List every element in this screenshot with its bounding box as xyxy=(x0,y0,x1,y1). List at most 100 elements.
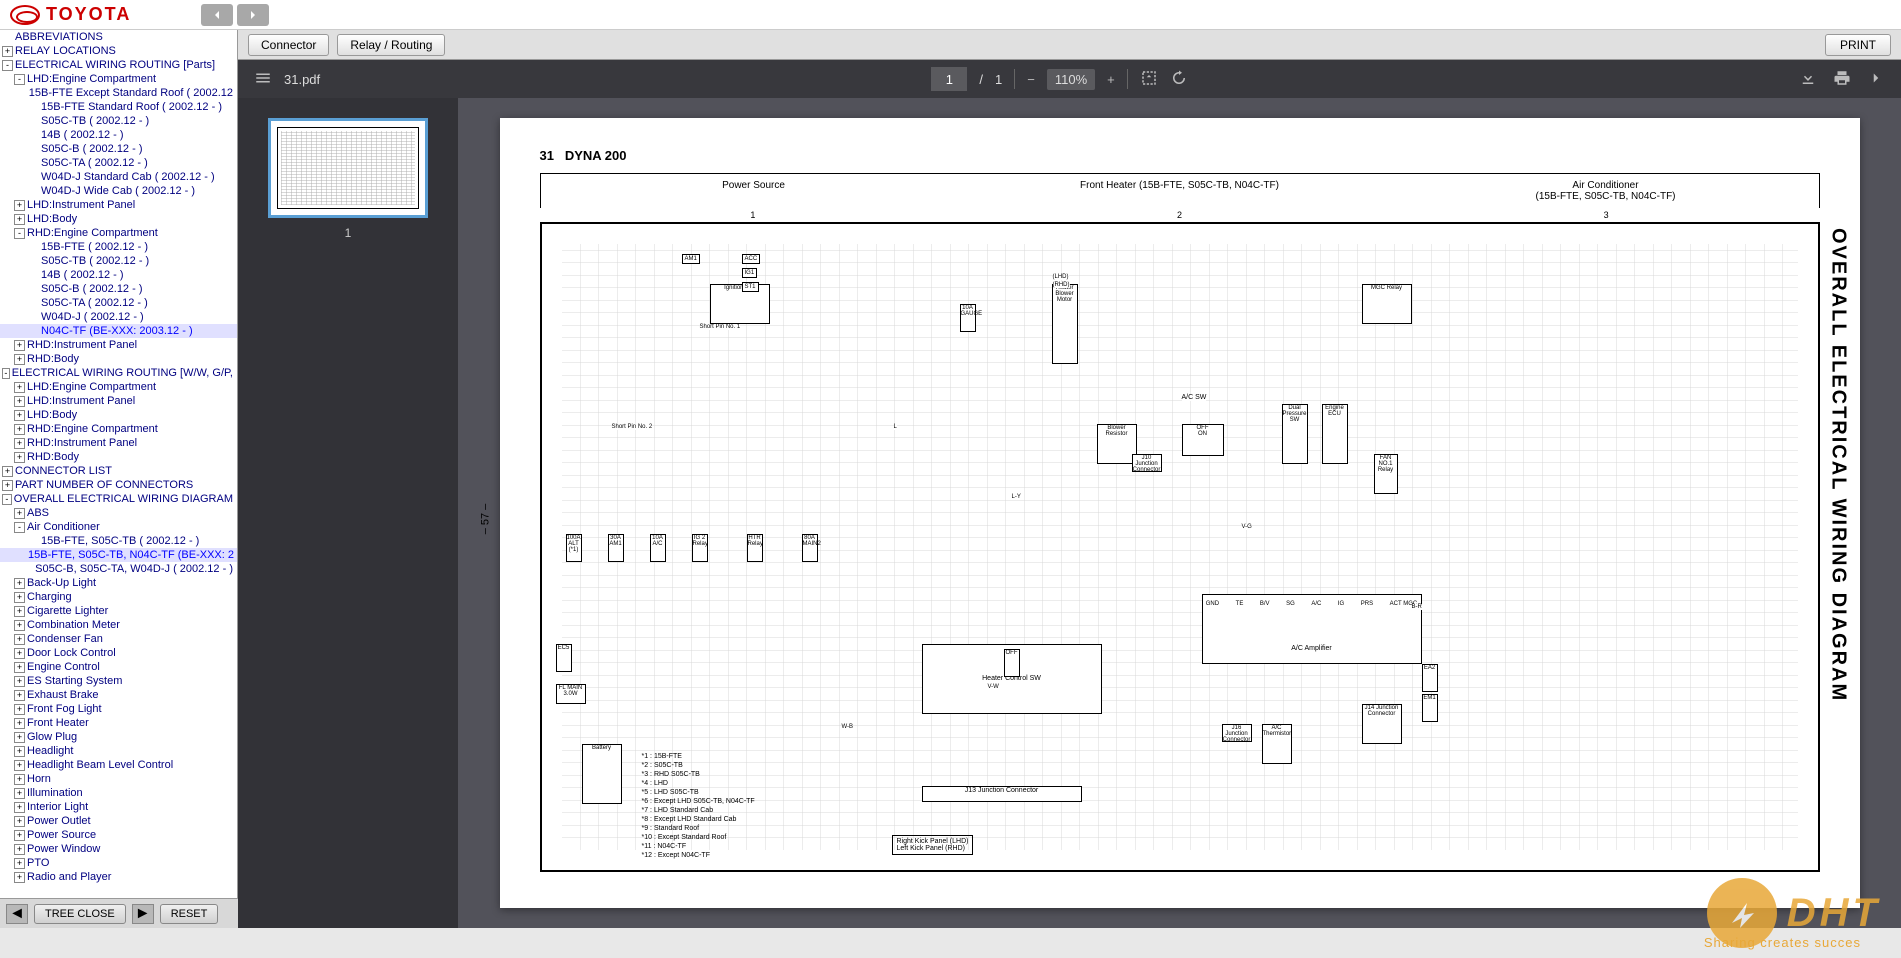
tree-item[interactable]: S05C-TA ( 2002.12 - ) xyxy=(0,296,237,310)
tree-item[interactable]: 15B-FTE Standard Roof ( 2002.12 - ) xyxy=(0,100,237,114)
tree-item[interactable]: +ABS xyxy=(0,506,237,520)
page-thumbnail[interactable] xyxy=(268,118,428,218)
expand-icon[interactable]: + xyxy=(14,438,25,449)
tree-item[interactable]: +Front Heater xyxy=(0,716,237,730)
collapse-icon[interactable]: - xyxy=(14,522,25,533)
tree-item[interactable]: +PART NUMBER OF CONNECTORS xyxy=(0,478,237,492)
expand-icon[interactable]: + xyxy=(14,732,25,743)
expand-icon[interactable]: + xyxy=(14,396,25,407)
tree-item[interactable]: +LHD:Instrument Panel xyxy=(0,198,237,212)
tree-item[interactable]: +Headlight xyxy=(0,744,237,758)
tree-item[interactable]: W04D-J Standard Cab ( 2002.12 - ) xyxy=(0,170,237,184)
zoom-in-button[interactable]: + xyxy=(1107,72,1115,87)
nav-back-button[interactable] xyxy=(201,4,233,26)
tree-item[interactable]: 15B-FTE, S05C-TB ( 2002.12 - ) xyxy=(0,534,237,548)
more-button[interactable] xyxy=(1867,69,1885,90)
reset-button[interactable]: RESET xyxy=(160,904,219,924)
page-canvas[interactable]: – 57 – OVERALL ELECTRICAL WIRING DIAGRAM… xyxy=(458,98,1901,928)
collapse-icon[interactable]: - xyxy=(14,228,25,239)
expand-icon[interactable]: + xyxy=(2,466,13,477)
download-button[interactable] xyxy=(1799,69,1817,90)
expand-icon[interactable]: + xyxy=(14,788,25,799)
expand-icon[interactable]: + xyxy=(14,648,25,659)
expand-icon[interactable]: + xyxy=(14,830,25,841)
tree-item[interactable]: +LHD:Body xyxy=(0,408,237,422)
page-number-input[interactable] xyxy=(931,67,967,91)
tree-item[interactable]: +LHD:Instrument Panel xyxy=(0,394,237,408)
expand-icon[interactable]: + xyxy=(14,634,25,645)
expand-icon[interactable]: + xyxy=(2,46,13,57)
tree-item[interactable]: -ELECTRICAL WIRING ROUTING [Parts] xyxy=(0,58,237,72)
rotate-button[interactable] xyxy=(1170,69,1188,90)
expand-icon[interactable]: + xyxy=(14,410,25,421)
tree-item[interactable]: S05C-TA ( 2002.12 - ) xyxy=(0,156,237,170)
expand-icon[interactable]: + xyxy=(14,690,25,701)
expand-icon[interactable]: + xyxy=(14,592,25,603)
tree-item[interactable]: +LHD:Body xyxy=(0,212,237,226)
expand-icon[interactable]: + xyxy=(14,354,25,365)
tree-item[interactable]: -Air Conditioner xyxy=(0,520,237,534)
tree-item[interactable]: 15B-FTE Except Standard Roof ( 2002.12 xyxy=(0,86,237,100)
tree-item[interactable]: +Horn xyxy=(0,772,237,786)
tree-item[interactable]: +PTO xyxy=(0,856,237,870)
tree-item[interactable]: +Interior Light xyxy=(0,800,237,814)
expand-icon[interactable]: + xyxy=(14,508,25,519)
tree-item[interactable]: +RHD:Instrument Panel xyxy=(0,436,237,450)
expand-icon[interactable]: + xyxy=(14,452,25,463)
collapse-icon[interactable]: - xyxy=(2,60,13,71)
tree-item[interactable]: W04D-J Wide Cab ( 2002.12 - ) xyxy=(0,184,237,198)
tree-close-button[interactable]: TREE CLOSE xyxy=(34,904,126,924)
expand-icon[interactable]: + xyxy=(14,578,25,589)
tree-item[interactable]: 15B-FTE ( 2002.12 - ) xyxy=(0,240,237,254)
print-pdf-button[interactable] xyxy=(1833,69,1851,90)
tree-item[interactable]: +Exhaust Brake xyxy=(0,688,237,702)
expand-icon[interactable]: + xyxy=(14,858,25,869)
expand-icon[interactable]: + xyxy=(14,718,25,729)
collapse-icon[interactable]: - xyxy=(2,368,10,379)
tree-item[interactable]: +Door Lock Control xyxy=(0,646,237,660)
tree-item[interactable]: -LHD:Engine Compartment xyxy=(0,72,237,86)
tree-item[interactable]: +Power Window xyxy=(0,842,237,856)
tree-item[interactable]: +Illumination xyxy=(0,786,237,800)
expand-icon[interactable]: + xyxy=(14,760,25,771)
tree-item[interactable]: -ELECTRICAL WIRING ROUTING [W/W, G/P, xyxy=(0,366,237,380)
expand-icon[interactable]: + xyxy=(14,340,25,351)
expand-icon[interactable]: + xyxy=(14,214,25,225)
tree-item[interactable]: +Glow Plug xyxy=(0,730,237,744)
tree-item[interactable]: +Cigarette Lighter xyxy=(0,604,237,618)
tree-item[interactable]: +Power Source xyxy=(0,828,237,842)
tree-item[interactable]: W04D-J ( 2002.12 - ) xyxy=(0,310,237,324)
nav-forward-button[interactable] xyxy=(237,4,269,26)
expand-icon[interactable]: + xyxy=(14,662,25,673)
expand-icon[interactable]: + xyxy=(14,872,25,883)
fit-page-button[interactable] xyxy=(1140,69,1158,90)
tree-item[interactable]: +LHD:Engine Compartment xyxy=(0,380,237,394)
tree-item[interactable]: +RHD:Engine Compartment xyxy=(0,422,237,436)
expand-icon[interactable]: + xyxy=(14,620,25,631)
expand-icon[interactable]: + xyxy=(14,704,25,715)
connector-button[interactable]: Connector xyxy=(248,34,329,56)
sidebar-toggle-button[interactable] xyxy=(254,69,272,90)
scroll-right-button[interactable]: ► xyxy=(132,904,154,924)
zoom-level[interactable]: 110% xyxy=(1047,69,1095,90)
expand-icon[interactable]: + xyxy=(14,844,25,855)
tree-item[interactable]: +Headlight Beam Level Control xyxy=(0,758,237,772)
tree-item[interactable]: +RHD:Body xyxy=(0,450,237,464)
zoom-out-button[interactable]: − xyxy=(1027,72,1035,87)
collapse-icon[interactable]: - xyxy=(2,494,12,505)
tree-item[interactable]: N04C-TF (BE-XXX: 2003.12 - ) xyxy=(0,324,237,338)
expand-icon[interactable]: + xyxy=(14,424,25,435)
tree-item[interactable]: 15B-FTE, S05C-TB, N04C-TF (BE-XXX: 2 xyxy=(0,548,237,562)
tree-item[interactable]: +Radio and Player xyxy=(0,870,237,884)
tree-item[interactable]: ABBREVIATIONS xyxy=(0,30,237,44)
expand-icon[interactable]: + xyxy=(14,382,25,393)
collapse-icon[interactable]: - xyxy=(14,74,25,85)
tree-item[interactable]: -RHD:Engine Compartment xyxy=(0,226,237,240)
print-button[interactable]: PRINT xyxy=(1825,34,1891,56)
expand-icon[interactable]: + xyxy=(14,676,25,687)
expand-icon[interactable]: + xyxy=(14,816,25,827)
tree-item[interactable]: S05C-B ( 2002.12 - ) xyxy=(0,282,237,296)
tree-item[interactable]: +ES Starting System xyxy=(0,674,237,688)
tree-item[interactable]: +CONNECTOR LIST xyxy=(0,464,237,478)
tree-item[interactable]: +Power Outlet xyxy=(0,814,237,828)
